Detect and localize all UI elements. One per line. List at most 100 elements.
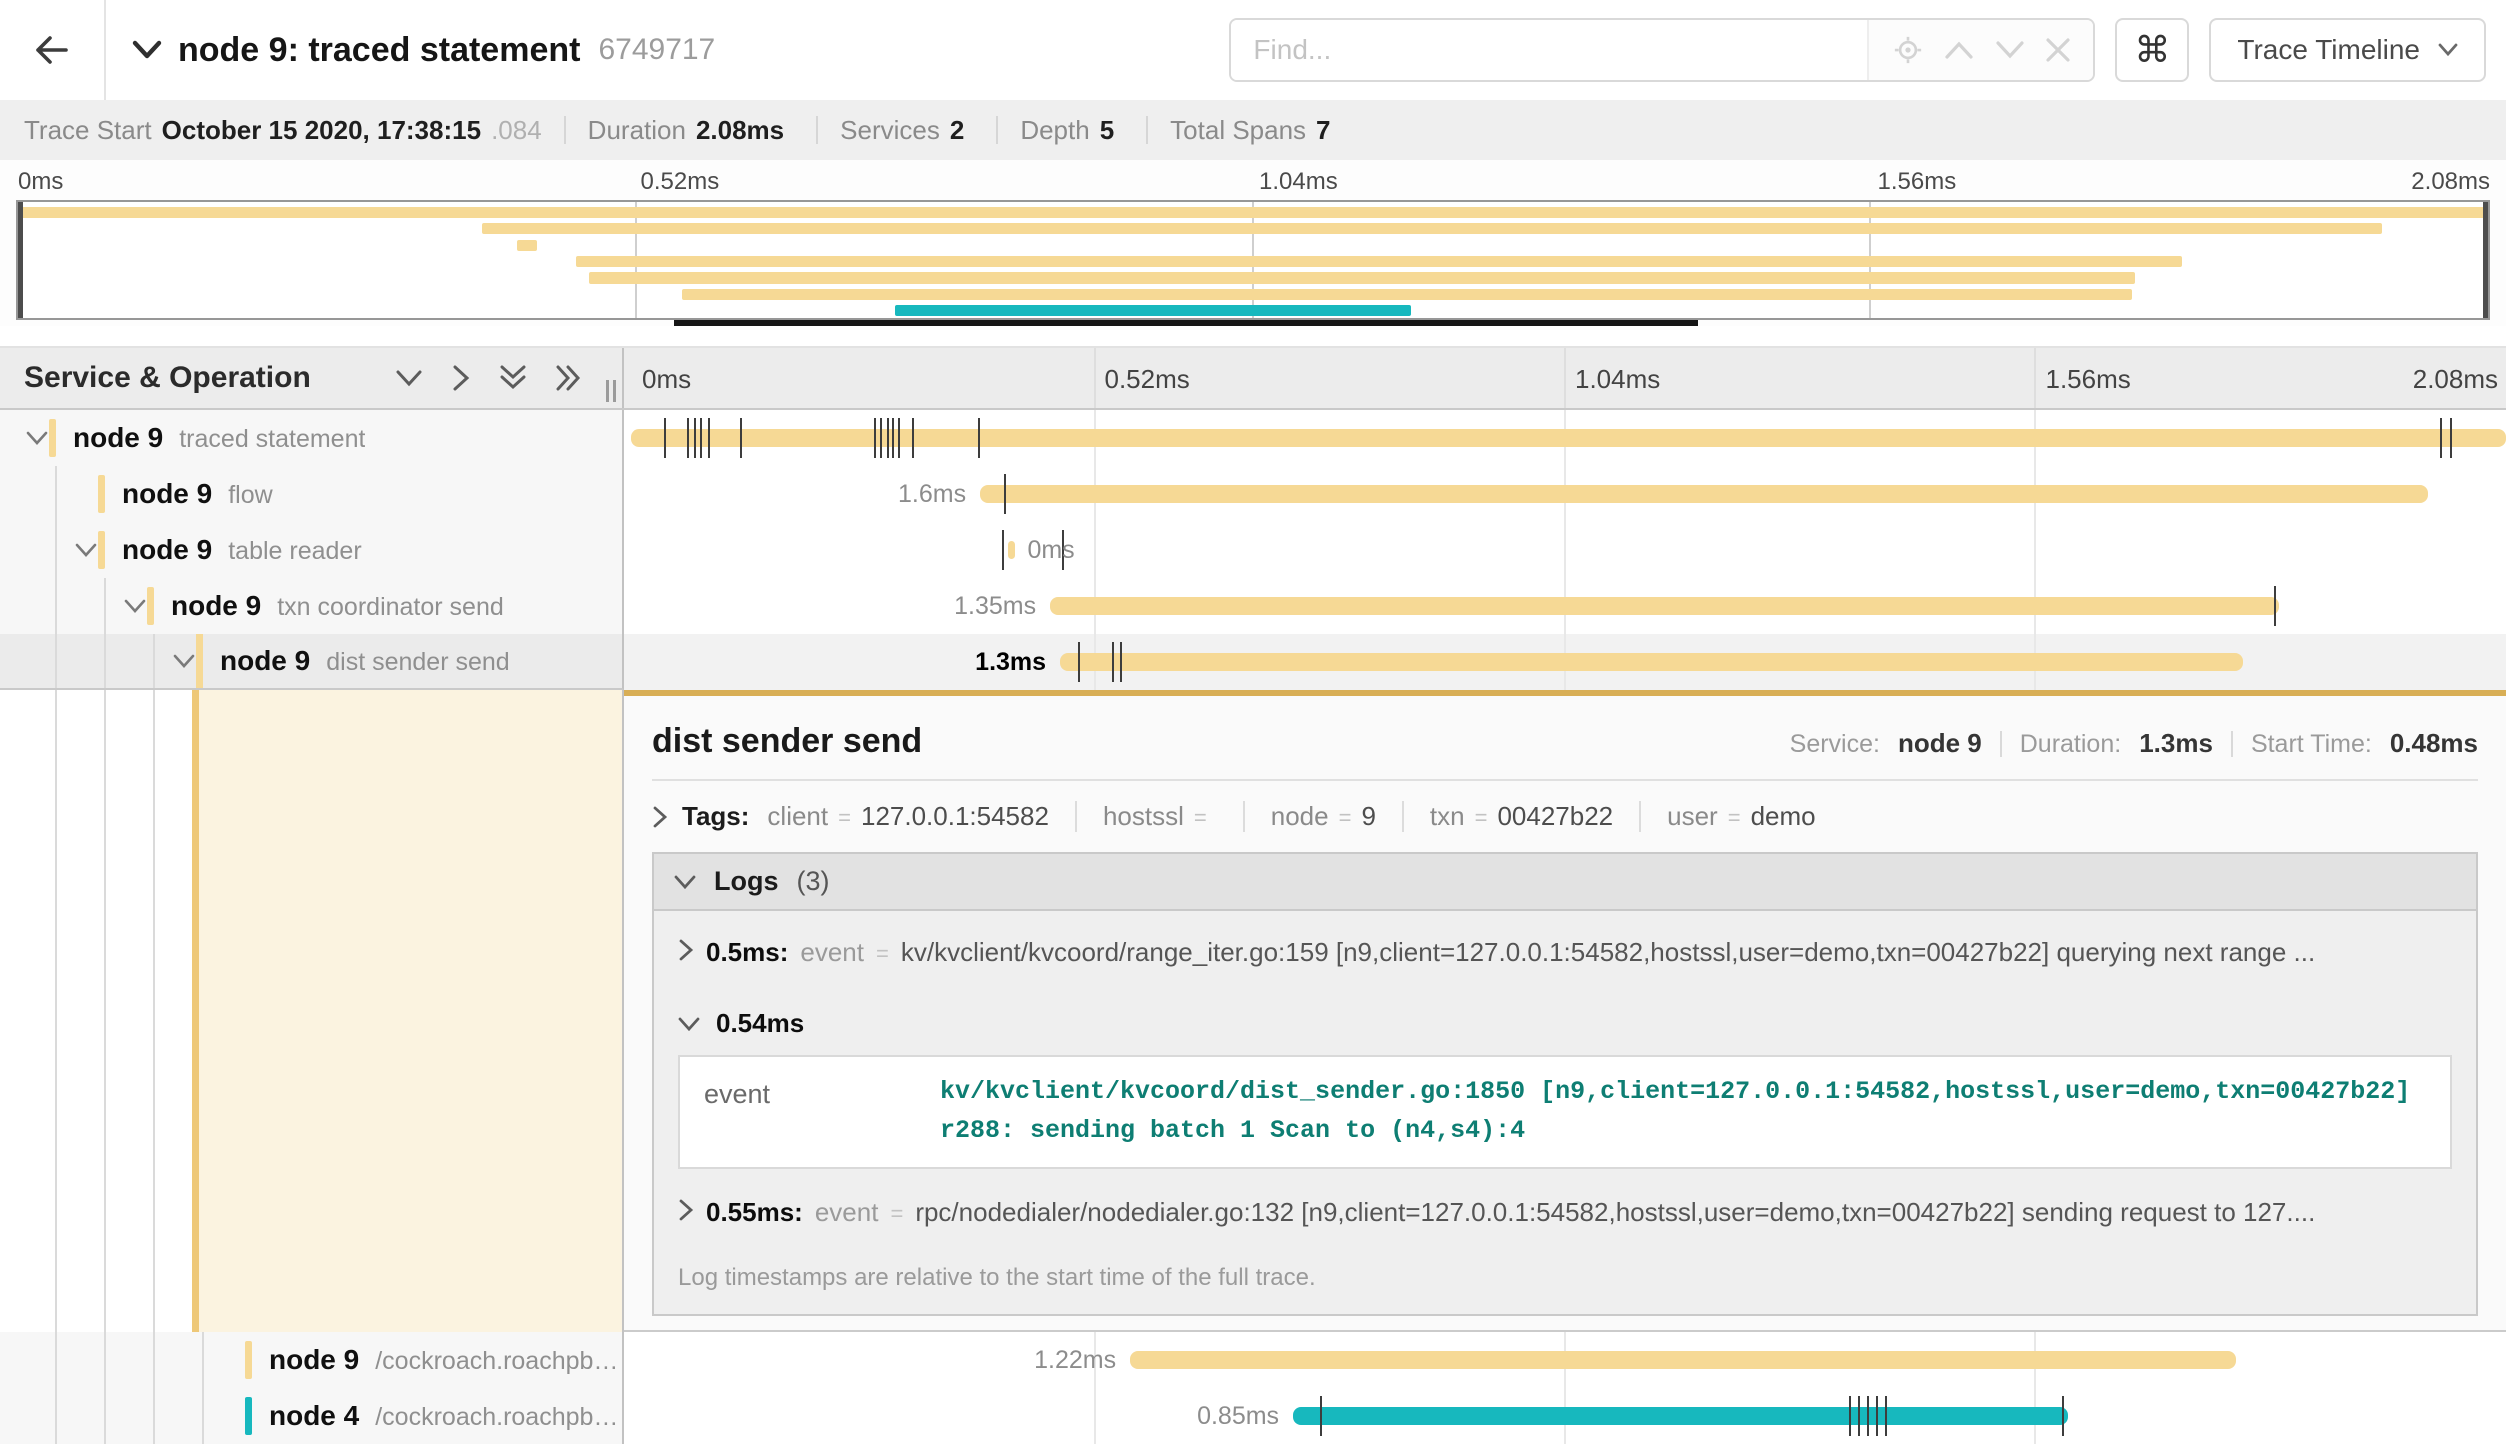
- chevron-right-icon: [678, 939, 694, 961]
- tag-key: client: [767, 801, 828, 832]
- tag-item: user = demo: [1639, 801, 1841, 832]
- expand-chevron-icon[interactable]: [124, 598, 146, 614]
- separator: [1146, 116, 1148, 144]
- separator: [996, 116, 998, 144]
- span-track[interactable]: [624, 410, 2506, 466]
- info-label: Total Spans: [1170, 115, 1306, 146]
- equals-sign: =: [1475, 805, 1488, 831]
- expand-chevron-icon[interactable]: [173, 653, 195, 669]
- log-marker-tick: [898, 418, 900, 458]
- span-duration-bar[interactable]: [1060, 653, 2243, 671]
- next-match-icon[interactable]: [1996, 41, 2024, 59]
- service-name: node 9: [171, 590, 261, 622]
- trace-info-item: Duration 2.08ms: [588, 115, 794, 146]
- tick-label: 0ms: [18, 168, 63, 196]
- meta-value: node 9: [1898, 728, 1982, 759]
- logs-header[interactable]: Logs (3): [654, 854, 2476, 911]
- span-detail-panel: dist sender send Service:node 9 Duration…: [624, 690, 2506, 1332]
- span-track[interactable]: 0ms: [624, 522, 2506, 578]
- minimap-canvas[interactable]: [16, 200, 2490, 320]
- span-duration-bar[interactable]: [1293, 1407, 2068, 1425]
- expand-one-chevron-right-icon[interactable]: [452, 365, 470, 391]
- log-field-value[interactable]: kv/kvclient/kvcoord/dist_sender.go:1850 …: [940, 1073, 2426, 1151]
- span-name-cell[interactable]: node 9 traced statement: [0, 410, 624, 466]
- tag-value: 00427b22: [1497, 801, 1613, 832]
- operation-name: table reader: [228, 537, 361, 566]
- logs-section: Logs (3) 0.5ms: event = kv/kvclient/kvco…: [652, 852, 2478, 1316]
- log-marker-tick: [2440, 418, 2442, 458]
- span-track[interactable]: 1.3ms: [624, 634, 2506, 690]
- span-duration-label: 1.6ms: [898, 466, 966, 522]
- trace-collapse-chevron-icon[interactable]: [132, 39, 162, 61]
- span-duration-bar[interactable]: [1130, 1351, 2236, 1369]
- span-track[interactable]: 1.22ms: [624, 1332, 2506, 1388]
- span-track[interactable]: 1.35ms: [624, 578, 2506, 634]
- log-row[interactable]: 0.55ms: event = rpc/nodedialer/nodediale…: [678, 1175, 2452, 1250]
- span-name-cell[interactable]: node 4 /cockroach.roachpb.I...: [0, 1388, 624, 1444]
- back-button[interactable]: [0, 0, 106, 100]
- log-marker-tick: [1849, 1396, 1851, 1436]
- info-label: Duration: [588, 115, 686, 146]
- span-duration-bar[interactable]: [980, 485, 2428, 503]
- span-track[interactable]: 0.85ms: [624, 1388, 2506, 1444]
- equals-sign: =: [890, 1201, 903, 1227]
- log-marker-tick: [978, 418, 980, 458]
- command-icon: ⌘: [2134, 29, 2170, 71]
- viewport-scrubber-right[interactable]: [2483, 202, 2488, 318]
- log-marker-tick: [708, 418, 710, 458]
- span-track[interactable]: 1.6ms: [624, 466, 2506, 522]
- log-marker-tick: [1858, 1396, 1860, 1436]
- page-title: node 9: traced statement: [178, 31, 580, 70]
- expand-chevron-icon[interactable]: [75, 542, 97, 558]
- span-duration-label: 0.85ms: [1197, 1388, 1279, 1444]
- equals-sign: =: [876, 941, 889, 967]
- find-input[interactable]: [1231, 20, 1867, 80]
- span-name-cell[interactable]: node 9 txn coordinator send: [0, 578, 624, 634]
- log-time: 0.54ms: [716, 1008, 804, 1039]
- span-name-cell[interactable]: node 9 dist sender send: [0, 634, 624, 690]
- log-marker-tick: [1120, 642, 1122, 682]
- expand-all-double-chevron-right-icon[interactable]: [556, 365, 582, 391]
- span-name-cell[interactable]: node 9 table reader: [0, 522, 624, 578]
- selected-span-color-strip: [192, 690, 199, 1332]
- log-row-expanded-header[interactable]: 0.54ms: [678, 990, 2452, 1039]
- minimap-span-bar: [18, 207, 2488, 218]
- operation-name: flow: [228, 481, 272, 510]
- span-name-cell[interactable]: node 9 flow: [0, 466, 624, 522]
- tags-row[interactable]: Tags: client = 127.0.0.1:54582 hostssl =…: [652, 781, 2478, 852]
- tick-label: 1.04ms: [1575, 348, 1660, 410]
- service-name: node 9: [122, 534, 212, 566]
- expand-chevron-icon[interactable]: [26, 430, 48, 446]
- names-column-header: Service & Operation: [0, 348, 624, 408]
- minimap-span-bar: [517, 240, 537, 251]
- minimap-span-bar: [576, 256, 2182, 267]
- span-duration-bar[interactable]: [1008, 541, 1016, 559]
- log-marker-tick: [892, 418, 894, 458]
- span-duration-label: 1.35ms: [954, 578, 1036, 634]
- clear-find-icon[interactable]: [2046, 38, 2070, 62]
- span-row: node 9 flow 1.6ms: [0, 466, 2506, 522]
- trace-id: 6749717: [598, 33, 715, 67]
- log-row[interactable]: 0.5ms: event = kv/kvclient/kvcoord/range…: [678, 915, 2452, 990]
- logs-count: (3): [797, 866, 830, 897]
- span-color-bar: [245, 1341, 252, 1379]
- span-duration-bar[interactable]: [1050, 597, 2279, 615]
- equals-sign: =: [1194, 805, 1207, 831]
- log-marker-tick: [1876, 1396, 1878, 1436]
- locate-icon[interactable]: [1893, 35, 1923, 65]
- spacer: [0, 1444, 2506, 1448]
- span-name-cell[interactable]: node 9 /cockroach.roachpb.I...: [0, 1332, 624, 1388]
- keyboard-shortcuts-button[interactable]: ⌘: [2115, 18, 2189, 82]
- collapse-one-chevron-down-icon[interactable]: [396, 369, 422, 387]
- column-resize-grip[interactable]: [606, 380, 616, 402]
- collapse-all-double-chevron-down-icon[interactable]: [500, 365, 526, 391]
- chevron-right-icon: [678, 1199, 694, 1221]
- equals-sign: =: [1728, 805, 1741, 831]
- log-marker-tick: [664, 418, 666, 458]
- log-fields-card: event kv/kvclient/kvcoord/dist_sender.go…: [678, 1055, 2452, 1169]
- viewport-scrubber-left[interactable]: [18, 202, 23, 318]
- chevron-down-icon: [674, 874, 696, 890]
- prev-match-icon[interactable]: [1945, 41, 1973, 59]
- trace-view-selector[interactable]: Trace Timeline: [2209, 18, 2486, 82]
- tick-label: 1.04ms: [1259, 168, 1338, 196]
